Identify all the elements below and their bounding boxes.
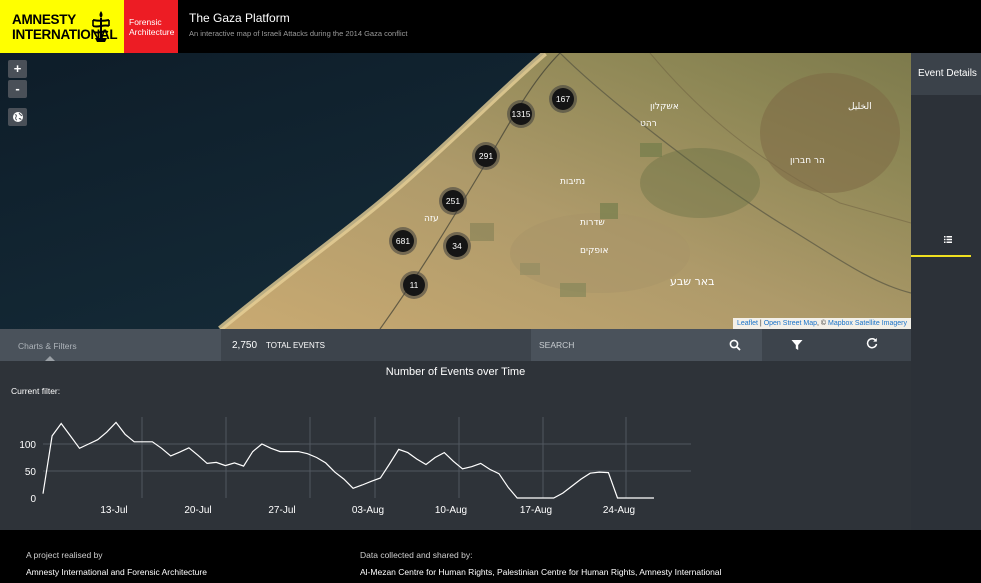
footer: A project realised by Amnesty Internatio…: [0, 546, 981, 583]
footer-project-value: Amnesty International and Forensic Archi…: [26, 567, 207, 577]
forensic-logo-text: Forensic Architecture: [129, 17, 175, 37]
x-tick-label: 27-Jul: [268, 505, 295, 516]
x-tick-label: 17-Aug: [520, 505, 552, 516]
map-label: באר שבע: [670, 275, 714, 288]
leaflet-link[interactable]: Leaflet: [737, 320, 758, 327]
y-tick-label: 0: [30, 494, 36, 505]
map-label: שדרות: [580, 218, 605, 228]
cluster-count: 291: [475, 145, 497, 167]
map-label: עזה: [424, 214, 439, 224]
event-details-panel: Event Details: [911, 53, 981, 530]
globe-icon: [12, 112, 23, 122]
map-attribution: Leaflet | Open Street Map, © Mapbox Sate…: [732, 318, 911, 329]
cluster-count: 11: [403, 274, 425, 296]
event-cluster[interactable]: 251: [439, 187, 467, 215]
search-icon[interactable]: [729, 339, 741, 351]
cluster-count: 167: [552, 88, 574, 110]
map-label: الخليل: [848, 102, 872, 112]
header: AMNESTY INTERNATIONAL Forensic Architect…: [0, 0, 981, 53]
map-label: הר חברון: [790, 156, 825, 166]
map-label: רהט: [640, 119, 657, 129]
search-box: [531, 329, 762, 361]
x-tick-label: 24-Aug: [603, 505, 635, 516]
candle-icon: [92, 11, 110, 42]
map-label: אשקלון: [650, 102, 679, 112]
x-tick-label: 10-Aug: [435, 505, 467, 516]
events-line-chart[interactable]: 100 50 0 13-Jul 20-Jul 27-Jul 03-Aug 10-Aug 17-A…: [0, 361, 911, 530]
y-tick-label: 100: [19, 440, 36, 451]
events-chart-panel: Number of Events over Time Current filte…: [0, 361, 911, 530]
series-line: [42, 421, 654, 499]
event-cluster[interactable]: 291: [472, 142, 500, 170]
map-label: נתיבות: [560, 177, 585, 187]
attribution-separator: , ©: [817, 320, 829, 327]
y-tick-label: 50: [25, 467, 37, 478]
app-root: AMNESTY INTERNATIONAL Forensic Architect…: [0, 0, 981, 583]
osm-link[interactable]: Open Street Map: [764, 320, 817, 327]
zoom-in-button[interactable]: +: [8, 60, 27, 78]
charts-filters-label: Charts & Filters: [18, 341, 77, 351]
footer-data-label: Data collected and shared by:: [360, 550, 473, 560]
filter-icon[interactable]: [791, 339, 803, 351]
footer-data-value: Al-Mezan Centre for Human Rights, Palest…: [360, 567, 722, 577]
map-label: אופקים: [580, 246, 608, 256]
cluster-count: 34: [446, 235, 468, 257]
search-input[interactable]: [539, 337, 719, 353]
total-events-count: 2,750: [232, 340, 258, 351]
event-details-header[interactable]: Event Details: [911, 53, 981, 95]
active-tab-indicator: [911, 255, 971, 257]
toolbar: Charts & Filters 2,750 TOTAL EVENTS: [0, 329, 911, 361]
list-icon[interactable]: [944, 236, 952, 243]
event-cluster[interactable]: 34: [443, 232, 471, 260]
map-view[interactable]: עזה נתיבות באר שבע שדרות אשקלון אופקים ר…: [0, 53, 911, 329]
globe-button[interactable]: [8, 108, 27, 126]
event-cluster[interactable]: 11: [400, 271, 428, 299]
event-cluster[interactable]: 1315: [507, 100, 535, 128]
cluster-count: 1315: [510, 103, 532, 125]
event-cluster[interactable]: 681: [389, 227, 417, 255]
event-details-title: Event Details: [918, 68, 977, 79]
event-cluster[interactable]: 167: [549, 85, 577, 113]
zoom-out-button[interactable]: -: [8, 80, 27, 98]
amnesty-logo-text: AMNESTY INTERNATIONAL: [12, 12, 118, 42]
x-tick-label: 20-Jul: [184, 505, 211, 516]
charts-filters-tab[interactable]: Charts & Filters: [0, 329, 221, 361]
x-tick-label: 03-Aug: [352, 505, 384, 516]
page-title: The Gaza Platform: [189, 11, 290, 25]
page-subtitle: An interactive map of Israeli Attacks du…: [189, 29, 408, 38]
footer-project-label: A project realised by: [26, 550, 103, 560]
cluster-count: 681: [392, 230, 414, 252]
refresh-icon[interactable]: [866, 337, 878, 349]
total-events-label: TOTAL EVENTS: [266, 341, 325, 350]
x-tick-label: 13-Jul: [100, 505, 127, 516]
cluster-count: 251: [442, 190, 464, 212]
amnesty-logo[interactable]: AMNESTY INTERNATIONAL: [0, 0, 124, 53]
forensic-architecture-logo[interactable]: Forensic Architecture: [124, 0, 178, 53]
mapbox-link[interactable]: Mapbox Satellite Imagery: [828, 320, 907, 327]
